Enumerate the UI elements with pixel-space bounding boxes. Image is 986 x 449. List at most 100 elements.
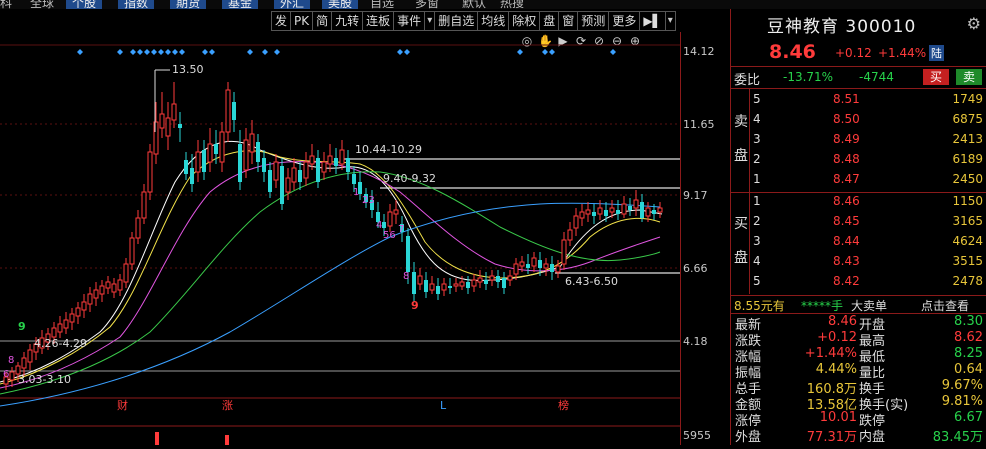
candle-body	[448, 286, 452, 288]
candle-body	[99, 285, 105, 295]
event-diamond-icon[interactable]	[77, 49, 83, 55]
orderbook-row[interactable]: 1 8.47 2450	[753, 172, 983, 192]
event-diamond-icon[interactable]	[144, 49, 150, 55]
toolbar-more-button[interactable]: 更多	[609, 11, 641, 31]
candle-body	[202, 150, 206, 172]
toolbar-ma-button[interactable]: 均线	[478, 11, 510, 31]
tab-multi[interactable]: 多窗	[415, 0, 439, 9]
toolbar-remove-watch-button[interactable]: 删自选	[435, 11, 479, 31]
td-number: 6	[3, 369, 9, 380]
event-diamond-icon[interactable]	[274, 49, 280, 55]
candle-body	[502, 278, 506, 288]
event-label[interactable]: 财	[117, 398, 128, 412]
tab-watchlist[interactable]: 自选	[370, 0, 394, 9]
toolbar-pk-button[interactable]: PK	[291, 11, 314, 31]
toolbar-window-button[interactable]: 窗	[559, 11, 579, 31]
tab-fund[interactable]: 基金	[222, 0, 259, 9]
axis-label: 11.65	[683, 118, 715, 131]
candle-body	[573, 215, 579, 229]
candle-body	[412, 272, 416, 294]
tab-futures[interactable]: 期货	[170, 0, 207, 9]
orderbook-row[interactable]: 3 8.44 4624	[753, 234, 983, 254]
candle-body	[417, 275, 423, 285]
orderbook-row[interactable]: 3 8.49 2413	[753, 132, 983, 152]
candle-body	[190, 168, 194, 184]
axis-label: 9.17	[683, 189, 708, 202]
orderbook-row[interactable]: 5 8.42 2478	[753, 274, 983, 294]
toolbar-ninenine-button[interactable]: 九转	[332, 11, 364, 31]
sell-button[interactable]: 卖	[956, 69, 982, 85]
td-number: 56	[383, 230, 396, 241]
candle-body	[484, 280, 488, 284]
toolbar-event-button[interactable]: 事件	[394, 11, 426, 31]
td-number: 1	[353, 187, 359, 198]
tab-default[interactable]: 默认	[462, 0, 486, 9]
candle-body	[249, 133, 255, 153]
axis-label: 14.12	[683, 45, 715, 58]
candle-body	[526, 264, 530, 268]
stock-header: 豆神教育 300010 ⚙	[731, 9, 986, 37]
buy-button[interactable]: 买	[923, 69, 949, 85]
candle-body	[429, 283, 435, 291]
event-diamond-icon[interactable]	[610, 49, 616, 55]
event-diamond-icon[interactable]	[517, 49, 523, 55]
event-diamond-icon[interactable]	[549, 49, 555, 55]
event-diamond-icon[interactable]	[130, 49, 136, 55]
event-label[interactable]: 榜	[558, 398, 569, 412]
event-diamond-icon[interactable]	[404, 49, 410, 55]
view-link[interactable]: 点击查看	[921, 297, 969, 314]
event-diamond-icon[interactable]	[542, 49, 548, 55]
tab-index[interactable]: 指数	[118, 0, 155, 9]
event-diamond-icon[interactable]	[209, 49, 215, 55]
td-number: 9	[411, 299, 419, 312]
event-label[interactable]: L	[440, 399, 447, 412]
tab-stock[interactable]: 个股	[66, 0, 103, 9]
kline-chart[interactable]: 13.50 10.44-10.29 9.40-9.32 6.43-6.50 4.…	[0, 32, 680, 445]
orderbook-row[interactable]: 2 8.45 3165	[753, 214, 983, 234]
event-diamond-icon[interactable]	[247, 49, 253, 55]
orderbook-row[interactable]: 1 8.46 1150	[753, 194, 983, 214]
event-diamond-icon[interactable]	[262, 49, 268, 55]
tab-global[interactable]: 全球	[30, 0, 54, 9]
gear-icon[interactable]: ⚙	[967, 14, 981, 33]
resistance-label-1: 10.44-10.29	[355, 143, 422, 156]
candle-body	[159, 113, 165, 129]
event-diamond-icon[interactable]	[158, 49, 164, 55]
candle-body	[616, 210, 620, 214]
tab-hot[interactable]: 热搜	[500, 0, 524, 9]
stat-row: 涨幅 +1.44% 最低 8.25	[731, 346, 986, 365]
event-diamond-icon[interactable]	[137, 49, 143, 55]
tab-ke[interactable]: 科	[0, 0, 12, 9]
toolbar-pan-button[interactable]: 盘	[540, 11, 560, 31]
candle-body	[303, 161, 309, 179]
orderbook-row[interactable]: 2 8.48 6189	[753, 152, 983, 172]
event-diamond-icon[interactable]	[397, 49, 403, 55]
toolbar-dropdown-icon[interactable]: ▾	[665, 11, 676, 31]
orderbook-row[interactable]: 4 8.50 6875	[753, 112, 983, 132]
candle-body	[111, 283, 117, 293]
tab-forex[interactable]: 外汇	[274, 0, 311, 9]
toolbar-simple-button[interactable]: 简	[313, 11, 333, 31]
event-diamond-icon[interactable]	[172, 49, 178, 55]
event-label[interactable]: 涨	[222, 399, 233, 412]
orderbook-row[interactable]: 4 8.43 3515	[753, 254, 983, 274]
event-diamond-icon[interactable]	[179, 49, 185, 55]
event-dropdown-icon[interactable]: ▾	[425, 11, 436, 31]
candle-body	[496, 276, 500, 282]
candle-body	[633, 199, 639, 209]
event-diamond-icon[interactable]	[151, 49, 157, 55]
candle-body	[195, 151, 201, 173]
event-diamond-icon[interactable]	[165, 49, 171, 55]
toolbar-predict-button[interactable]: 预测	[578, 11, 610, 31]
orderbook-row[interactable]: 5 8.51 1749	[753, 92, 983, 112]
event-diamond-icon[interactable]	[202, 49, 208, 55]
stat-row: 金额 13.58亿 换手(实) 9.81%	[731, 394, 986, 413]
stat-key: 内盘	[859, 430, 886, 445]
tab-us[interactable]: 美股	[322, 0, 359, 9]
toolbar-playend-icon[interactable]: ▶▌	[640, 11, 666, 31]
event-diamond-icon[interactable]	[117, 49, 123, 55]
toolbar-fa-button[interactable]: 发	[271, 11, 292, 31]
toolbar-exright-button[interactable]: 除权	[509, 11, 541, 31]
toolbar-limitup-button[interactable]: 连板	[363, 11, 395, 31]
candle-body	[105, 281, 111, 289]
